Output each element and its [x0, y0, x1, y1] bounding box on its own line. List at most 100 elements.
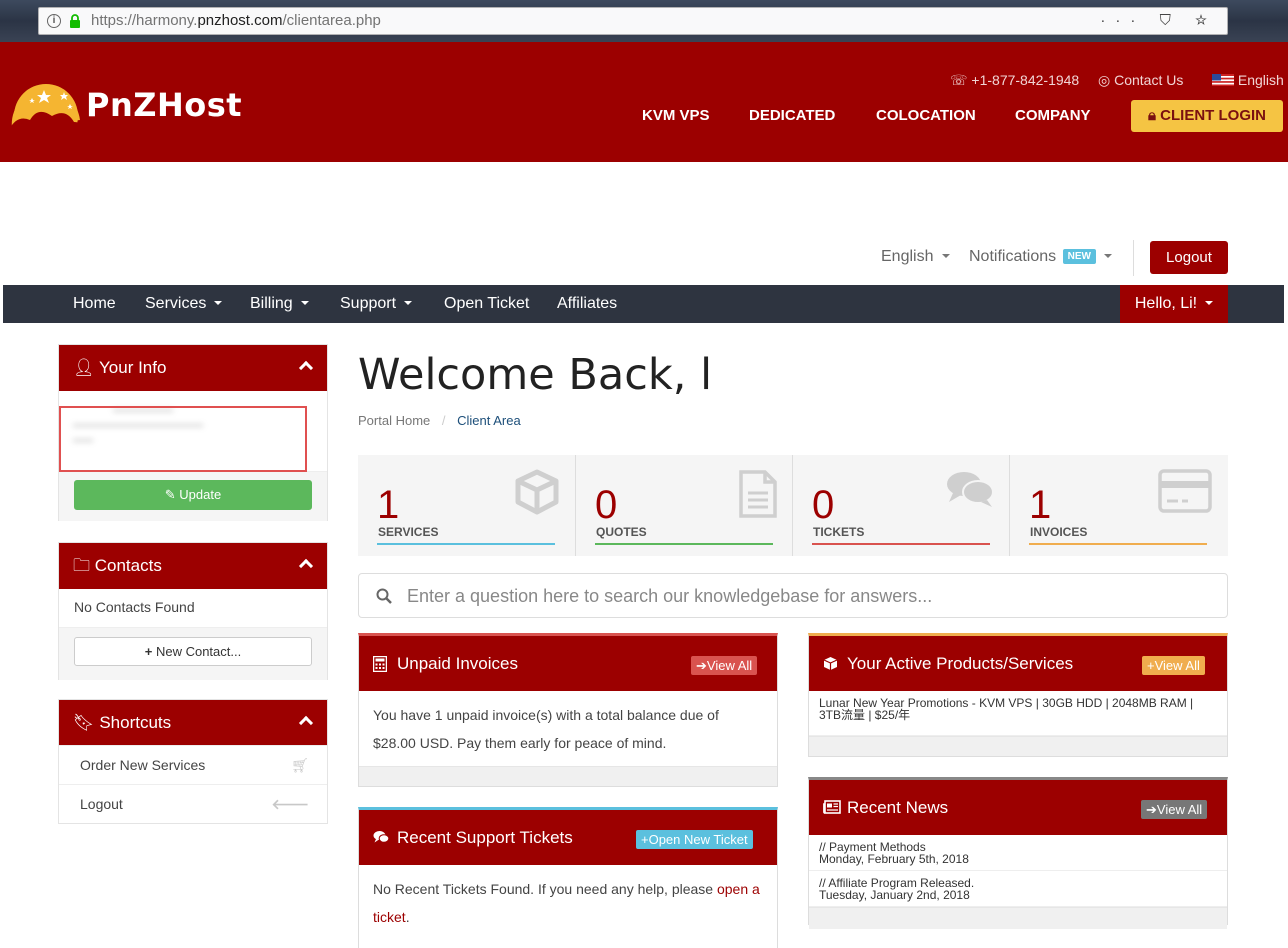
shortcut-order-new-services[interactable]: Order New Services 🛒︎ — [59, 745, 327, 784]
nav-billing-label: Billing — [250, 295, 293, 312]
view-all-label: View All — [1156, 802, 1203, 817]
tickets-empty-text: No Recent Tickets Found. If you need any… — [373, 881, 717, 897]
plus-icon: + — [144, 644, 153, 659]
panel-footer — [359, 766, 777, 786]
contact-us-link[interactable]: ◎ Contact Us — [1098, 72, 1183, 89]
nav-open-ticket[interactable]: Open Ticket — [444, 295, 529, 313]
lock-icon — [70, 14, 80, 28]
new-contact-button[interactable]: + New Contact... — [74, 637, 312, 666]
breadcrumb-separator: / — [441, 413, 446, 428]
nav-affiliates[interactable]: Affiliates — [557, 295, 617, 313]
client-login-label: CLIENT LOGIN — [1160, 107, 1266, 124]
unpaid-invoices-panel: Unpaid Invoices ➔View All You have 1 unp… — [358, 633, 778, 787]
tile-services[interactable]: 1 SERVICES — [358, 455, 576, 556]
nav-dedicated[interactable]: DEDICATED — [749, 107, 835, 124]
shortcut-logout[interactable]: Logout 🡐 — [59, 784, 327, 823]
new-badge: NEW — [1062, 249, 1096, 264]
nav-support[interactable]: Support — [340, 295, 413, 313]
tile-value: 0 — [812, 483, 835, 527]
language-dropdown-label: English — [881, 248, 934, 265]
nav-home[interactable]: Home — [73, 295, 116, 313]
caret-down-icon — [1104, 254, 1113, 258]
view-all-label: View All — [1154, 658, 1200, 673]
caret-down-icon — [214, 301, 223, 305]
tile-value: 1 — [377, 483, 400, 527]
chevron-up-icon[interactable] — [298, 360, 314, 376]
highlight-box — [59, 406, 307, 472]
phone-link[interactable]: ☏ +1-877-842-1948 — [950, 72, 1079, 89]
breadcrumb: Portal Home / Client Area — [358, 413, 521, 428]
toolbar-divider — [1133, 240, 1134, 276]
your-info-header[interactable]: 👤︎ Your Info — [59, 345, 327, 391]
search-icon — [376, 588, 392, 604]
page-actions-icon[interactable]: ··· ⛉ ☆ — [1100, 8, 1217, 34]
user-menu[interactable]: Hello, Li! — [1120, 285, 1228, 323]
newspaper-icon — [823, 800, 841, 814]
product-details: 3TB流量 | $25/年 — [819, 708, 911, 722]
unpaid-view-all-button[interactable]: ➔View All — [691, 656, 758, 675]
logo[interactable]: PnZHost — [86, 86, 242, 124]
nav-services-label: Services — [145, 295, 207, 312]
no-contacts-text: No Contacts Found — [74, 599, 195, 615]
lifebuoy-icon: ◎ — [1098, 72, 1115, 88]
breadcrumb-home[interactable]: Portal Home — [358, 413, 430, 428]
notifications-dropdown[interactable]: Notifications NEW — [969, 248, 1113, 266]
nav-services[interactable]: Services — [145, 295, 223, 313]
caret-down-icon — [404, 301, 413, 305]
knowledgebase-search — [358, 573, 1228, 618]
arrow-left-icon: 🡐 — [271, 796, 309, 812]
unpaid-invoices-header: Unpaid Invoices ➔View All — [359, 636, 777, 691]
nav-kvm-vps[interactable]: KVM VPS — [642, 107, 710, 124]
your-info-title: Your Info — [99, 358, 167, 377]
client-login-button[interactable]: 🔒︎ CLIENT LOGIN — [1131, 100, 1283, 132]
lock-icon: 🔒︎ — [1148, 107, 1156, 124]
language-label: English — [1237, 72, 1284, 88]
us-flag-icon — [1212, 74, 1234, 86]
phone-icon: ☏ — [950, 72, 972, 88]
caret-down-icon — [1205, 301, 1214, 305]
recent-tickets-header: Recent Support Tickets +Open New Ticket — [359, 810, 777, 865]
update-label: Update — [179, 487, 222, 502]
products-view-all-button[interactable]: +View All — [1142, 656, 1205, 675]
tickets-end-punct: . — [405, 909, 410, 925]
chevron-up-icon[interactable] — [298, 558, 314, 574]
nav-colocation[interactable]: COLOCATION — [876, 107, 976, 124]
nav-billing[interactable]: Billing — [250, 295, 309, 313]
language-selector[interactable]: English — [1212, 72, 1284, 88]
update-button[interactable]: ✎ Update — [74, 480, 312, 510]
panel-footer — [809, 736, 1227, 756]
tile-label: TICKETS — [813, 525, 865, 539]
tile-tickets[interactable]: 0 TICKETS — [793, 455, 1011, 556]
news-item[interactable]: // Payment Methods Monday, February 5th,… — [809, 835, 1227, 871]
arrow-right-icon: ➔ — [696, 658, 707, 673]
active-products-header: Your Active Products/Services +View All — [809, 636, 1227, 691]
pencil-icon: ✎ — [164, 487, 176, 502]
tile-quotes[interactable]: 0 QUOTES — [576, 455, 794, 556]
plus-icon: + — [641, 832, 649, 847]
active-products-title: Your Active Products/Services — [847, 654, 1074, 673]
caret-down-icon — [300, 301, 309, 305]
open-new-ticket-button[interactable]: +Open New Ticket — [636, 830, 753, 849]
info-icon[interactable]: i — [47, 14, 61, 28]
tile-label: SERVICES — [378, 525, 439, 539]
product-item[interactable]: Lunar New Year Promotions - KVM VPS | 30… — [809, 691, 1227, 736]
recent-tickets-title: Recent Support Tickets — [397, 828, 573, 847]
contacts-header[interactable]: 🗀︎ Contacts — [59, 543, 327, 589]
news-view-all-button[interactable]: ➔View All — [1141, 800, 1208, 819]
recent-news-panel: Recent News ➔View All // Payment Methods… — [808, 777, 1228, 929]
bookmark-icon: 🔖︎ — [73, 713, 95, 732]
shortcuts-header[interactable]: 🔖︎ Shortcuts — [59, 700, 327, 746]
panel-footer — [809, 907, 1227, 929]
cube-icon — [515, 469, 559, 515]
news-date: Monday, February 5th, 2018 — [819, 852, 969, 866]
chevron-up-icon[interactable] — [298, 715, 314, 731]
news-date: Tuesday, January 2nd, 2018 — [819, 888, 970, 902]
address-bar[interactable]: i https://harmony.pnzhost.com/clientarea… — [38, 7, 1228, 35]
contacts-title: Contacts — [94, 556, 162, 575]
logout-button[interactable]: Logout — [1150, 241, 1228, 274]
language-dropdown[interactable]: English — [881, 248, 950, 266]
nav-company[interactable]: COMPANY — [1015, 107, 1091, 124]
tile-invoices[interactable]: 1 INVOICES — [1010, 455, 1228, 556]
news-item[interactable]: // Affiliate Program Released. Tuesday, … — [809, 871, 1227, 907]
search-input[interactable] — [407, 584, 1207, 608]
